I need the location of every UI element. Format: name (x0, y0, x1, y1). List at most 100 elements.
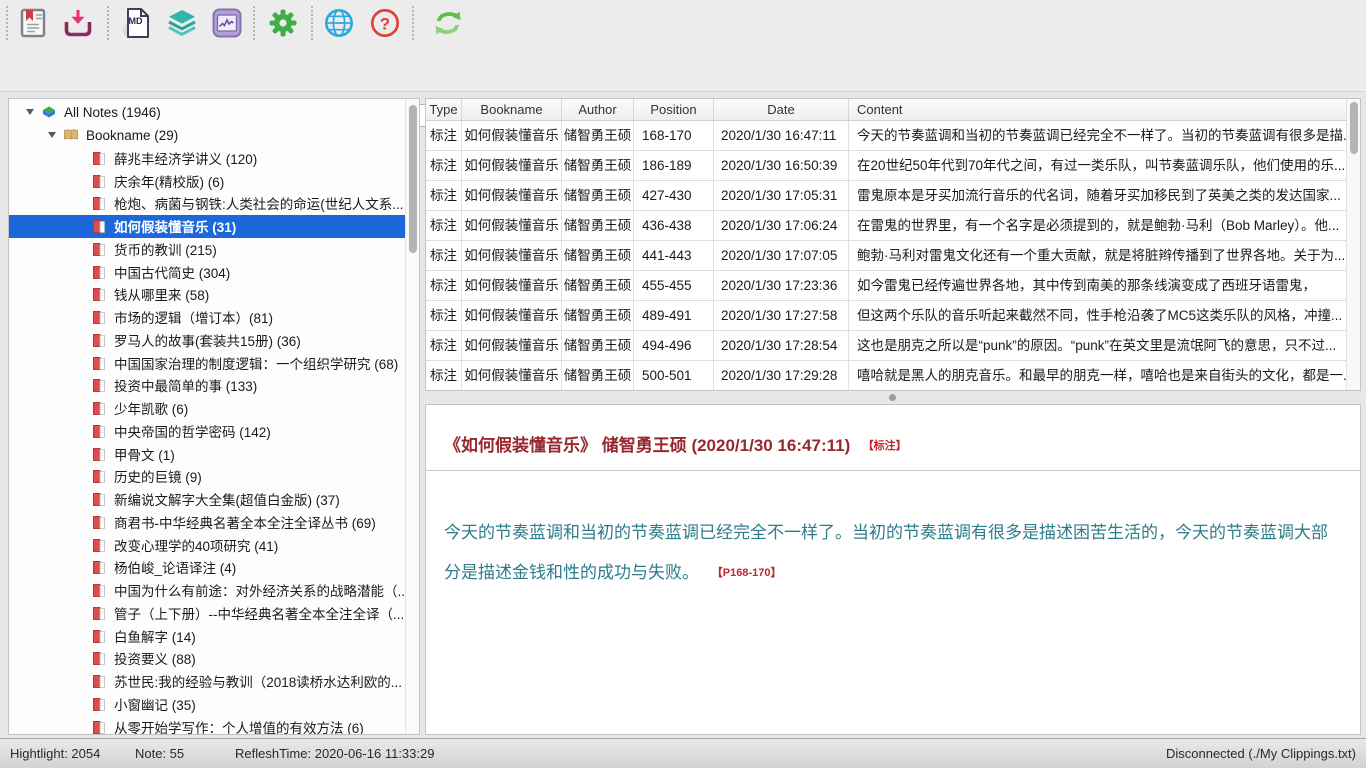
red-book-icon (91, 650, 107, 666)
disclosure-triangle-icon[interactable] (26, 109, 34, 115)
cell-bookname: 如何假装懂音乐 (462, 271, 562, 300)
layers-export-icon[interactable] (164, 5, 200, 41)
tree-item-label: 从零开始学写作：个人增值的有效方法 (6) (114, 717, 364, 735)
tree-item-label: 苏世民:我的经验与教训（2018读桥水达利欧的... (114, 671, 402, 691)
cell-date: 2020/1/30 17:28:54 (714, 331, 849, 360)
table-row[interactable]: 标注 如何假装懂音乐 储智勇王硕 168-170 2020/1/30 16:47… (426, 121, 1360, 151)
tree-item-book[interactable]: 投资中最简单的事 (133) (9, 374, 419, 397)
tree-item-book[interactable]: 杨伯峻_论语译注 (4) (9, 556, 419, 579)
column-header-date[interactable]: Date (714, 99, 849, 120)
tree-item-book[interactable]: 罗马人的故事(套装共15册) (36) (9, 329, 419, 352)
help-icon[interactable]: ? (367, 5, 403, 41)
tree-item-book[interactable]: 中央帝国的哲学密码 (142) (9, 420, 419, 443)
cell-position: 427-430 (634, 181, 714, 210)
tree-item-book[interactable]: 商君书-中华经典名著全本全注全译丛书 (69) (9, 511, 419, 534)
notes-icon[interactable] (15, 5, 51, 41)
table-row[interactable]: 标注 如何假装懂音乐 储智勇王硕 494-496 2020/1/30 17:28… (426, 331, 1360, 361)
refresh-icon[interactable] (430, 5, 466, 41)
tree-item-book[interactable]: 钱从哪里来 (58) (9, 283, 419, 306)
stats-chart-icon[interactable] (209, 5, 245, 41)
cell-type: 标注 (426, 241, 462, 270)
red-book-icon (91, 719, 107, 735)
tree-item-label: 如何假装懂音乐 (31) (114, 216, 236, 236)
tree-item-book[interactable]: 新编说文解字大全集(超值白金版) (37) (9, 488, 419, 511)
book-tree-panel: All Notes (1946) Bookname (29) 薛兆丰经济学讲义 … (8, 98, 420, 735)
cell-bookname: 如何假装懂音乐 (462, 181, 562, 210)
tree-item-book[interactable]: 薛兆丰经济学讲义 (120) (9, 147, 419, 170)
column-header-type[interactable]: Type (426, 99, 462, 120)
cell-bookname: 如何假装懂音乐 (462, 211, 562, 240)
note-detail-title: 《如何假装懂音乐》 储智勇王硕 (2020/1/30 16:47:11) (444, 436, 850, 455)
status-highlight-count: Hightlight: 2054 (10, 746, 100, 761)
tree-item-book[interactable]: 庆余年(精校版) (6) (9, 169, 419, 192)
tree-item-book[interactable]: 小窗幽记 (35) (9, 693, 419, 716)
table-row[interactable]: 标注 如何假装懂音乐 储智勇王硕 427-430 2020/1/30 17:05… (426, 181, 1360, 211)
column-header-author[interactable]: Author (562, 99, 634, 120)
table-row[interactable]: 标注 如何假装懂音乐 储智勇王硕 186-189 2020/1/30 16:50… (426, 151, 1360, 181)
tree-item-book[interactable]: 市场的逻辑（增订本）(81) (9, 306, 419, 329)
tree-item-label: 罗马人的故事(套装共15册) (36) (114, 330, 301, 350)
tree-item-book[interactable]: 甲骨文 (1) (9, 442, 419, 465)
cell-type: 标注 (426, 361, 462, 390)
cell-position: 441-443 (634, 241, 714, 270)
cell-content: 在雷鬼的世界里，有一个名字是必须提到的，就是鲍勃·马利（Bob Marley）。… (849, 211, 1360, 240)
open-book-icon (63, 127, 79, 143)
tree-item-label: 钱从哪里来 (58) (114, 284, 209, 304)
cell-position: 455-455 (634, 271, 714, 300)
table-row[interactable]: 标注 如何假装懂音乐 储智勇王硕 455-455 2020/1/30 17:23… (426, 271, 1360, 301)
markdown-export-icon[interactable]: MD (119, 5, 155, 41)
cell-author: 储智勇王硕 (562, 331, 634, 360)
column-header-content[interactable]: Content (849, 99, 1360, 120)
tree-item-label: 投资中最简单的事 (133) (114, 375, 257, 395)
sidebar-scrollbar[interactable] (405, 99, 419, 734)
tree-item-book[interactable]: 从零开始学写作：个人增值的有效方法 (6) (9, 715, 419, 735)
tree-item-book[interactable]: 中国国家治理的制度逻辑：一个组织学研究 (68) (9, 351, 419, 374)
red-book-icon (91, 377, 107, 393)
cell-content: 雷鬼原本是牙买加流行音乐的代名词，随着牙买加移民到了英美之类的发达国家... (849, 181, 1360, 210)
column-header-bookname[interactable]: Bookname (462, 99, 562, 120)
tree-item-book[interactable]: 投资要义 (88) (9, 647, 419, 670)
tree-item-book[interactable]: 管子（上下册）--中华经典名著全本全注全译（... (9, 602, 419, 625)
cell-content: 但这两个乐队的音乐听起来截然不同，性手枪沿袭了MC5这类乐队的风格，冲撞... (849, 301, 1360, 330)
tree-item-label: 中国古代简史 (304) (114, 262, 230, 282)
notes-table-body: 标注 如何假装懂音乐 储智勇王硕 168-170 2020/1/30 16:47… (426, 121, 1360, 391)
tree-item-book[interactable]: 少年凯歌 (6) (9, 397, 419, 420)
tree-item-bookname[interactable]: Bookname (29) (9, 124, 419, 147)
cell-type: 标注 (426, 301, 462, 330)
cell-content: 鲍勃·马利对雷鬼文化还有一个重大贡献，就是将脏辫传播到了世界各地。关于为... (849, 241, 1360, 270)
notes-table-header: Type Bookname Author Position Date Conte… (426, 99, 1360, 121)
status-note-count: Note: 55 (135, 746, 184, 761)
web-globe-icon[interactable] (321, 5, 357, 41)
red-book-icon (91, 537, 107, 553)
table-row[interactable]: 标注 如何假装懂音乐 储智勇王硕 436-438 2020/1/30 17:06… (426, 211, 1360, 241)
tree-item-label: 小窗幽记 (35) (114, 694, 196, 714)
table-scrollbar-thumb[interactable] (1350, 102, 1358, 154)
table-scrollbar[interactable] (1346, 99, 1360, 390)
import-icon[interactable] (60, 5, 96, 41)
tree-item-book[interactable]: 苏世民:我的经验与教训（2018读桥水达利欧的... (9, 670, 419, 693)
table-row[interactable]: 标注 如何假装懂音乐 储智勇王硕 489-491 2020/1/30 17:27… (426, 301, 1360, 331)
tree-item-label: 白鱼解字 (14) (114, 626, 196, 646)
settings-gear-icon[interactable] (265, 5, 301, 41)
disclosure-triangle-icon[interactable] (48, 132, 56, 138)
sidebar-scrollbar-thumb[interactable] (409, 105, 417, 253)
column-header-position[interactable]: Position (634, 99, 714, 120)
tree-item-book[interactable]: 中国古代简史 (304) (9, 260, 419, 283)
cell-author: 储智勇王硕 (562, 181, 634, 210)
tree-item-book[interactable]: 如何假装懂音乐 (31) (9, 215, 419, 238)
cell-bookname: 如何假装懂音乐 (462, 331, 562, 360)
book-list: 薛兆丰经济学讲义 (120) 庆余年(精校版) (6) 枪炮、病菌与钢铁:人类社… (9, 147, 419, 736)
splitter-handle[interactable] (889, 394, 896, 401)
tree-item-book[interactable]: 白鱼解字 (14) (9, 624, 419, 647)
tree-item-book[interactable]: 改变心理学的40项研究 (41) (9, 533, 419, 556)
table-row[interactable]: 标注 如何假装懂音乐 储智勇王硕 500-501 2020/1/30 17:29… (426, 361, 1360, 391)
table-row[interactable]: 标注 如何假装懂音乐 储智勇王硕 441-443 2020/1/30 17:07… (426, 241, 1360, 271)
tree-item-book[interactable]: 货币的教训 (215) (9, 238, 419, 261)
tree-item-book[interactable]: 历史的巨镜 (9) (9, 465, 419, 488)
toolbar-separator (253, 6, 255, 40)
tree-item-label: 市场的逻辑（增订本）(81) (114, 307, 273, 327)
tree-item-book[interactable]: 中国为什么有前途：对外经济关系的战略潜能（... (9, 579, 419, 602)
tree-item-all-notes[interactable]: All Notes (1946) (9, 101, 419, 124)
red-book-icon (91, 241, 107, 257)
tree-item-book[interactable]: 枪炮、病菌与钢铁:人类社会的命运(世纪人文系... (9, 192, 419, 215)
